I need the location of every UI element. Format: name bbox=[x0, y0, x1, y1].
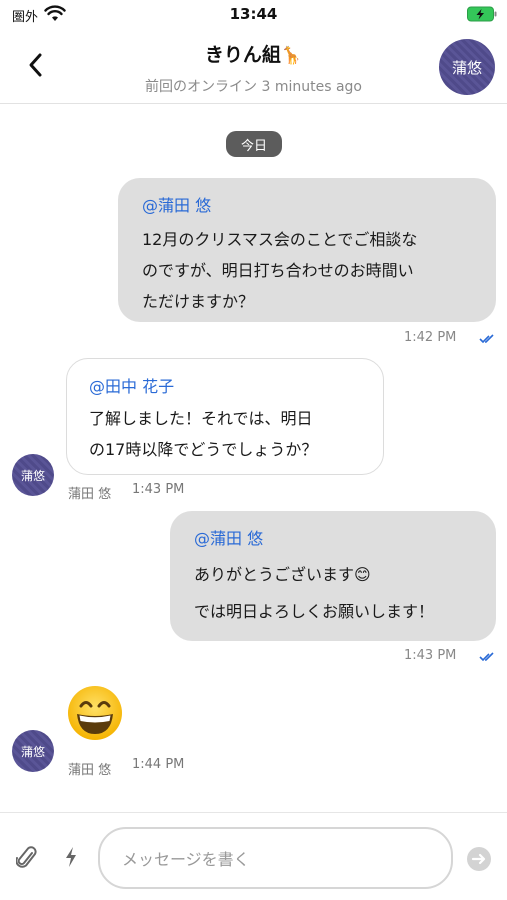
paperclip-icon[interactable] bbox=[16, 845, 38, 871]
last-online-status: 前回のオンライン 3 minutes ago bbox=[145, 79, 362, 95]
message-input[interactable]: メッセージを書く bbox=[98, 827, 453, 889]
incoming-message[interactable]: @田中 花子 了解しました！それでは、明日 の17時以降でどうでしょうか？ bbox=[66, 358, 384, 475]
send-arrow-icon[interactable] bbox=[467, 847, 491, 871]
message-line: では明日よろしくお願いします！ bbox=[194, 602, 435, 621]
chat-title-text: きりん組 bbox=[204, 44, 281, 66]
grinning-face-emoji[interactable] bbox=[66, 684, 124, 742]
clock: 13:44 bbox=[229, 5, 278, 23]
double-check-icon bbox=[479, 652, 494, 662]
date-divider: 今日 bbox=[226, 131, 282, 157]
sender-name: 蒲田 悠 bbox=[68, 487, 112, 502]
mention-link[interactable]: @蒲田 悠 bbox=[194, 525, 472, 549]
outgoing-message[interactable]: @蒲田 悠 12月のクリスマス会のことでご相談な のですが、明日打ち合わせのお時… bbox=[118, 178, 496, 322]
message-time: 1:44 PM bbox=[132, 757, 185, 772]
message-line: のですが、明日打ち合わせのお時間い bbox=[142, 261, 414, 280]
message-line: 了解しました！それでは、明日 bbox=[89, 409, 313, 428]
message-time: 1:43 PM bbox=[132, 482, 185, 497]
sender-avatar[interactable]: 蒲悠 bbox=[12, 730, 54, 772]
outgoing-message[interactable]: @蒲田 悠 ありがとうございます😊 では明日よろしくお願いします！ bbox=[170, 511, 496, 641]
giraffe-icon: 🦒 bbox=[280, 46, 303, 66]
header-avatar[interactable]: 蒲悠 bbox=[439, 39, 495, 95]
message-input-placeholder: メッセージを書く bbox=[122, 850, 250, 869]
mention-link[interactable]: @蒲田 悠 bbox=[142, 192, 472, 216]
sender-name: 蒲田 悠 bbox=[68, 763, 112, 778]
message-time: 1:43 PM bbox=[404, 648, 457, 663]
status-bar: 圏外 13:44 bbox=[0, 0, 507, 30]
mention-link[interactable]: @田中 花子 bbox=[89, 373, 359, 397]
sender-avatar[interactable]: 蒲悠 bbox=[12, 454, 54, 496]
message-time: 1:42 PM bbox=[404, 330, 457, 345]
lightning-icon[interactable] bbox=[64, 846, 78, 868]
battery-charging-icon bbox=[467, 6, 497, 22]
message-line: 12月のクリスマス会のことでご相談な bbox=[142, 230, 418, 249]
message-composer: メッセージを書く bbox=[0, 812, 507, 900]
double-check-icon bbox=[479, 334, 494, 344]
message-line: の17時以降でどうでしょうか？ bbox=[89, 440, 318, 459]
chat-title: きりん組🦒 bbox=[0, 40, 507, 67]
message-line: ありがとうございます😊 bbox=[194, 565, 371, 584]
chat-header: きりん組🦒 前回のオンライン 3 minutes ago 蒲悠 bbox=[0, 30, 507, 104]
message-line: ただけますか？ bbox=[142, 292, 255, 311]
